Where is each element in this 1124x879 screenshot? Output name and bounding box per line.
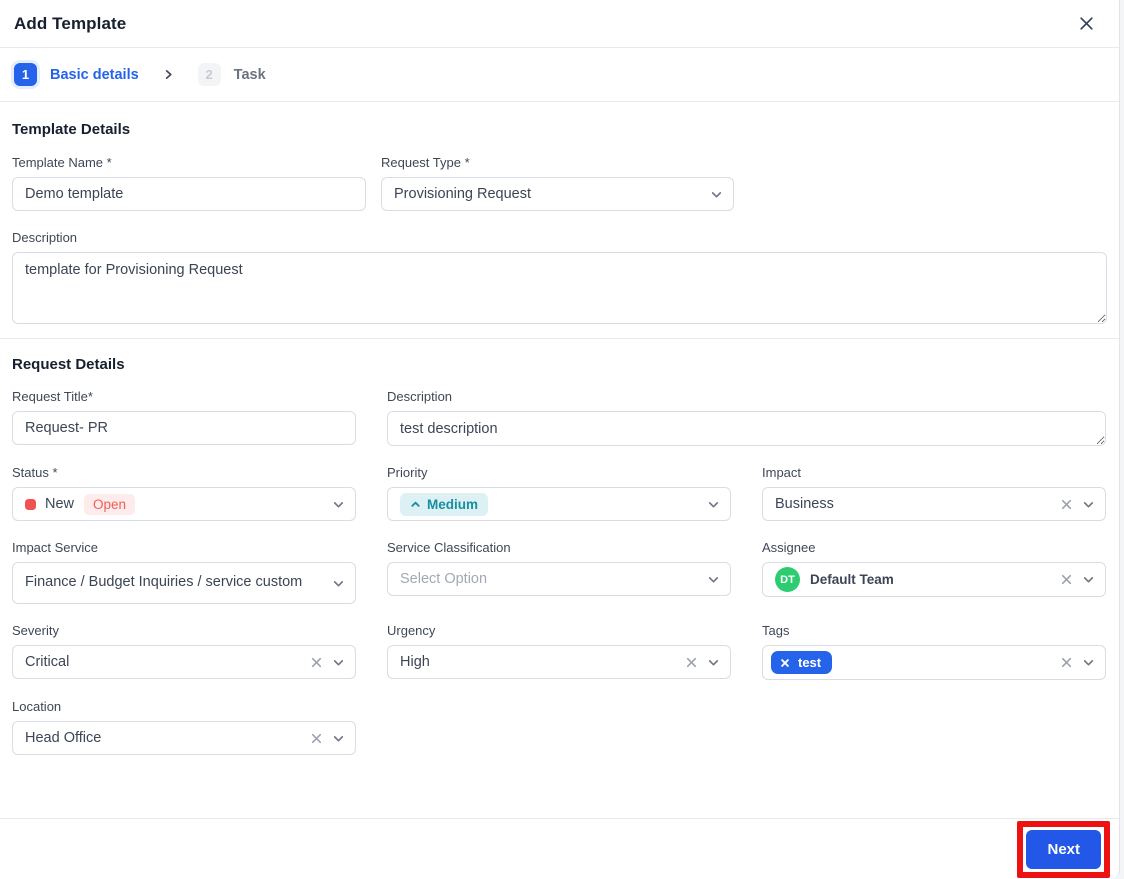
template-description-label: Description: [12, 230, 78, 245]
impact-service-value: Finance / Budget Inquiries / service cus…: [25, 574, 303, 591]
clear-icon[interactable]: [1060, 573, 1073, 586]
chevron-down-icon[interactable]: [332, 656, 345, 669]
chevron-down-icon[interactable]: [1082, 656, 1095, 669]
highlight-annotation: Next: [1017, 820, 1110, 878]
clear-icon[interactable]: [685, 656, 698, 669]
assignee-select[interactable]: DT Default Team: [762, 562, 1106, 597]
dialog-header: Add Template: [0, 0, 1119, 48]
status-field-group: Status * New Open: [12, 465, 356, 521]
location-label: Location: [12, 699, 62, 714]
dialog-footer: Next: [0, 818, 1119, 879]
add-template-dialog: Add Template 1 Basic details 2 Task Temp…: [0, 0, 1120, 879]
severity-field-group: Severity Critical: [12, 623, 356, 679]
template-name-label: Template Name *: [12, 155, 112, 170]
chevron-right-icon: [163, 69, 174, 80]
step-basic-details[interactable]: 1 Basic details: [14, 63, 139, 86]
tag-chip-label: test: [798, 655, 822, 670]
service-classification-select[interactable]: Select Option: [387, 562, 731, 596]
close-icon[interactable]: [1075, 13, 1097, 35]
tags-select[interactable]: test: [762, 645, 1106, 680]
chevron-down-icon[interactable]: [332, 498, 345, 511]
impact-service-select[interactable]: Finance / Budget Inquiries / service cus…: [12, 562, 356, 604]
service-classification-placeholder: Select Option: [400, 571, 488, 587]
request-type-select[interactable]: Provisioning Request: [381, 177, 734, 211]
clear-icon[interactable]: [310, 656, 323, 669]
clear-icon[interactable]: [1060, 656, 1073, 669]
assignee-field-group: Assignee DT Default Team: [762, 540, 1106, 597]
location-select[interactable]: Head Office: [12, 721, 356, 755]
template-name-input[interactable]: [12, 177, 366, 211]
chevron-down-icon[interactable]: [707, 656, 720, 669]
priority-label: Priority: [387, 465, 428, 480]
severity-select[interactable]: Critical: [12, 645, 356, 679]
remove-tag-icon[interactable]: [780, 658, 790, 668]
clear-icon[interactable]: [310, 732, 323, 745]
step-number-2: 2: [197, 63, 221, 86]
severity-value: Critical: [25, 654, 70, 670]
dialog-body: Template Details Template Name * Request…: [0, 102, 1119, 818]
request-type-field-group: Request Type * Provisioning Request: [381, 155, 734, 211]
clear-icon[interactable]: [1060, 498, 1073, 511]
tags-label: Tags: [762, 623, 790, 638]
urgency-field-group: Urgency High: [387, 623, 731, 679]
chevron-down-icon[interactable]: [332, 577, 345, 590]
request-type-value: Provisioning Request: [394, 186, 532, 202]
impact-service-label: Impact Service: [12, 540, 98, 555]
request-description-textarea[interactable]: test description: [387, 411, 1106, 446]
assignee-avatar: DT: [775, 567, 800, 592]
step-label-basic-details: Basic details: [50, 66, 139, 83]
priority-value: Medium: [427, 496, 479, 512]
impact-service-field-group: Impact Service Finance / Budget Inquirie…: [12, 540, 356, 604]
location-field-group: Location Head Office: [12, 699, 356, 755]
template-description-field-group: Description template for Provisioning Re…: [12, 230, 1107, 324]
impact-select[interactable]: Business: [762, 487, 1106, 521]
urgency-select[interactable]: High: [387, 645, 731, 679]
urgency-value: High: [400, 654, 430, 670]
request-details-heading: Request Details: [12, 356, 125, 373]
request-title-label: Request Title*: [12, 389, 93, 404]
chevron-down-icon[interactable]: [707, 573, 720, 586]
tag-chip: test: [771, 651, 833, 674]
request-title-field-group: Request Title*: [12, 389, 356, 445]
impact-field-group: Impact Business: [762, 465, 1106, 521]
chevron-up-icon: [410, 499, 421, 510]
step-label-task: Task: [233, 66, 266, 83]
status-select[interactable]: New Open: [12, 487, 356, 521]
template-details-heading: Template Details: [12, 121, 131, 138]
service-classification-field-group: Service Classification Select Option: [387, 540, 731, 596]
impact-value: Business: [775, 496, 834, 512]
chevron-down-icon[interactable]: [332, 732, 345, 745]
chevron-down-icon[interactable]: [707, 498, 720, 511]
priority-select[interactable]: Medium: [387, 487, 731, 521]
template-name-field-group: Template Name *: [12, 155, 366, 211]
section-divider: [0, 338, 1119, 339]
step-number-1: 1: [14, 63, 37, 86]
status-label: Status *: [12, 465, 58, 480]
priority-badge: Medium: [400, 492, 489, 516]
request-title-input[interactable]: [12, 411, 356, 445]
status-open-badge: Open: [84, 493, 136, 515]
status-value: New: [45, 496, 75, 512]
template-description-textarea[interactable]: template for Provisioning Request: [12, 252, 1107, 324]
assignee-value: Default Team: [810, 572, 894, 587]
location-value: Head Office: [25, 730, 102, 746]
request-description-label: Description: [387, 389, 453, 404]
chevron-down-icon[interactable]: [1082, 498, 1095, 511]
request-description-field-group: Description test description: [387, 389, 1106, 446]
assignee-label: Assignee: [762, 540, 816, 555]
dialog-title: Add Template: [14, 13, 127, 33]
urgency-label: Urgency: [387, 623, 436, 638]
step-task[interactable]: 2 Task: [197, 63, 266, 86]
chevron-down-icon[interactable]: [1082, 573, 1095, 586]
tags-field-group: Tags test: [762, 623, 1106, 680]
chevron-down-icon[interactable]: [710, 188, 723, 201]
stepper: 1 Basic details 2 Task: [0, 48, 1119, 102]
status-color-dot: [25, 498, 36, 510]
next-button[interactable]: Next: [1026, 829, 1101, 869]
priority-field-group: Priority Medium: [387, 465, 731, 521]
service-classification-label: Service Classification: [387, 540, 511, 555]
severity-label: Severity: [12, 623, 59, 638]
impact-label: Impact: [762, 465, 802, 480]
request-type-label: Request Type *: [381, 155, 470, 170]
